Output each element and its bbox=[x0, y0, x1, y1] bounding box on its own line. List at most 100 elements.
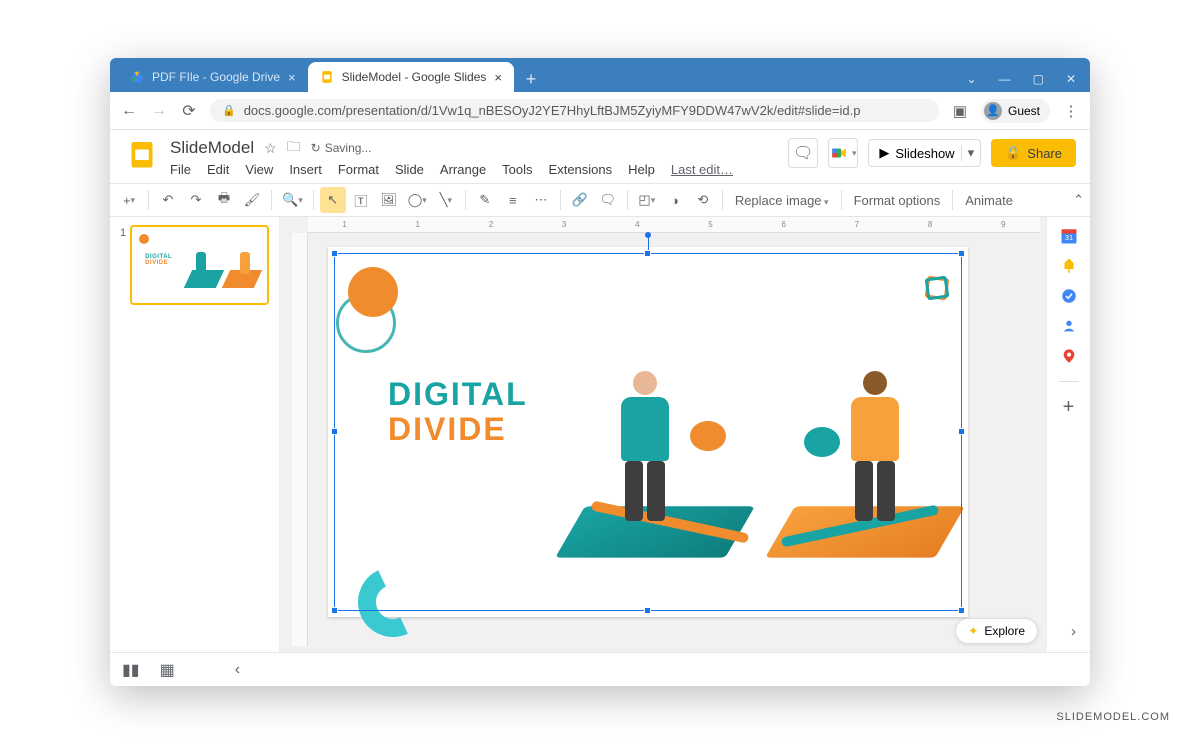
resize-handle-mr[interactable] bbox=[958, 428, 965, 435]
doc-meta: SlideModel ☆ 🗀 ↻ Saving... File Edit Vie… bbox=[170, 136, 778, 177]
menu-edit[interactable]: Edit bbox=[207, 162, 229, 177]
profile-label: Guest bbox=[1008, 104, 1040, 118]
comments-button[interactable]: 🗨 bbox=[788, 138, 818, 168]
meet-button[interactable]: ▾ bbox=[828, 138, 858, 168]
reset-image-button[interactable]: ⟲ bbox=[690, 187, 716, 213]
link-button[interactable]: 🔗 bbox=[567, 187, 593, 213]
slide-thumbnail-1[interactable]: DIGITALDIVIDE bbox=[130, 225, 269, 305]
new-tab-button[interactable]: + bbox=[518, 66, 544, 92]
menu-file[interactable]: File bbox=[170, 162, 191, 177]
reload-button[interactable]: ⟳ bbox=[180, 101, 198, 121]
tasks-icon[interactable] bbox=[1058, 285, 1080, 307]
calendar-icon[interactable]: 31 bbox=[1058, 225, 1080, 247]
canvas-area[interactable]: 1123456789 DIGITAL DIVIDE bbox=[280, 217, 1046, 652]
border-dash-button[interactable]: ⋯ bbox=[528, 187, 554, 213]
resize-handle-ml[interactable] bbox=[331, 428, 338, 435]
menu-help[interactable]: Help bbox=[628, 162, 655, 177]
tab-pdf-file[interactable]: PDF FIle - Google Drive × bbox=[118, 62, 308, 92]
border-color-button[interactable]: ✎ bbox=[472, 187, 498, 213]
redo-button[interactable]: ↷ bbox=[183, 187, 209, 213]
minimize-button[interactable]: — bbox=[999, 72, 1011, 86]
print-button[interactable]: 🖶 bbox=[211, 187, 237, 213]
titlebar: PDF FIle - Google Drive × SlideModel - G… bbox=[110, 58, 1090, 92]
menu-extensions[interactable]: Extensions bbox=[549, 162, 613, 177]
avatar-icon: 👤 bbox=[984, 102, 1002, 120]
menu-tools[interactable]: Tools bbox=[502, 162, 532, 177]
window-controls: ⌄ — ▢ ✕ bbox=[961, 72, 1082, 92]
tab-label: PDF FIle - Google Drive bbox=[152, 70, 280, 84]
mask-button[interactable]: ◑ bbox=[662, 187, 688, 213]
filmstrip-view-button[interactable]: ▮▮ bbox=[122, 660, 140, 680]
resize-handle-bm[interactable] bbox=[644, 607, 651, 614]
chevron-down-icon[interactable]: ▾ bbox=[961, 145, 975, 161]
animate-button[interactable]: Animate bbox=[959, 193, 1019, 208]
resize-handle-bl[interactable] bbox=[331, 607, 338, 614]
slides-app-icon[interactable] bbox=[124, 136, 160, 172]
kebab-menu-button[interactable]: ⋮ bbox=[1062, 102, 1080, 120]
forward-button[interactable]: → bbox=[150, 102, 168, 120]
drive-icon bbox=[130, 70, 144, 84]
profile-button[interactable]: 👤 Guest bbox=[981, 99, 1050, 123]
side-panel: 31 + bbox=[1046, 217, 1090, 652]
menu-slide[interactable]: Slide bbox=[395, 162, 424, 177]
paint-format-button[interactable]: 🖌 bbox=[239, 187, 265, 213]
slideshow-button[interactable]: ▶ Slideshow ▾ bbox=[868, 139, 981, 167]
close-icon[interactable]: × bbox=[288, 70, 296, 85]
back-button[interactable]: ← bbox=[120, 102, 138, 120]
watermark: SLIDEMODEL.COM bbox=[1056, 711, 1170, 723]
line-tool[interactable]: ╲ bbox=[433, 187, 459, 213]
tab-slidemodel[interactable]: SlideModel - Google Slides × bbox=[308, 62, 514, 92]
grid-view-button[interactable]: ▦ bbox=[160, 660, 175, 680]
zoom-button[interactable]: 🔍 bbox=[278, 187, 307, 213]
explore-button[interactable]: ✦ Explore bbox=[955, 618, 1038, 644]
lock-icon: 🔒 bbox=[222, 104, 236, 117]
star-icon[interactable]: ☆ bbox=[264, 140, 277, 157]
collapse-thumbnails-button[interactable]: ‹ bbox=[235, 661, 240, 679]
svg-text:31: 31 bbox=[1064, 233, 1072, 242]
shape-tool[interactable]: ◯ bbox=[404, 187, 431, 213]
add-addon-button[interactable]: + bbox=[1058, 396, 1080, 418]
footer: ▮▮ ▦ ‹ bbox=[110, 652, 1090, 686]
undo-button[interactable]: ↶ bbox=[155, 187, 181, 213]
address-bar[interactable]: 🔒 docs.google.com/presentation/d/1Vw1q_n… bbox=[210, 99, 939, 122]
share-button[interactable]: 🔒 Share bbox=[991, 139, 1076, 167]
image-tool[interactable]: 🖼 bbox=[376, 187, 402, 213]
close-button[interactable]: ✕ bbox=[1066, 72, 1076, 86]
border-weight-button[interactable]: ≡ bbox=[500, 187, 526, 213]
contacts-icon[interactable] bbox=[1058, 315, 1080, 337]
selection-box[interactable] bbox=[334, 253, 962, 611]
menu-insert[interactable]: Insert bbox=[289, 162, 322, 177]
doc-title[interactable]: SlideModel bbox=[170, 138, 254, 158]
format-options-button[interactable]: Format options bbox=[848, 193, 947, 208]
show-side-panel-button[interactable]: › bbox=[1071, 623, 1076, 640]
maximize-button[interactable]: ▢ bbox=[1033, 72, 1044, 86]
comment-button[interactable]: 🗨 bbox=[595, 187, 621, 213]
maps-icon[interactable] bbox=[1058, 345, 1080, 367]
resize-handle-tr[interactable] bbox=[958, 250, 965, 257]
select-tool[interactable]: ↖ bbox=[320, 187, 346, 213]
collapse-toolbar-button[interactable]: ⌃ bbox=[1073, 192, 1084, 208]
crop-button[interactable]: ◰ bbox=[634, 187, 660, 213]
last-edit-link[interactable]: Last edit… bbox=[671, 162, 733, 177]
replace-image-button[interactable]: Replace image bbox=[729, 193, 835, 208]
menu-arrange[interactable]: Arrange bbox=[440, 162, 486, 177]
resize-handle-tl[interactable] bbox=[331, 250, 338, 257]
move-icon[interactable]: 🗀 bbox=[287, 136, 301, 160]
slides-icon bbox=[320, 70, 334, 84]
close-icon[interactable]: × bbox=[494, 70, 502, 85]
chevron-down-icon[interactable]: ⌄ bbox=[967, 72, 977, 86]
menu-view[interactable]: View bbox=[245, 162, 273, 177]
url-text: docs.google.com/presentation/d/1Vw1q_nBE… bbox=[244, 103, 861, 118]
keep-icon[interactable] bbox=[1058, 255, 1080, 277]
new-slide-button[interactable]: + bbox=[116, 187, 142, 213]
textbox-tool[interactable]: 🅃 bbox=[348, 187, 374, 213]
menu-format[interactable]: Format bbox=[338, 162, 379, 177]
resize-handle-tm[interactable] bbox=[644, 250, 651, 257]
url-bar: ← → ⟳ 🔒 docs.google.com/presentation/d/1… bbox=[110, 92, 1090, 130]
play-icon: ▶ bbox=[879, 145, 889, 161]
workspace: 1 DIGITALDIVIDE bbox=[110, 217, 1090, 652]
tabs: PDF FIle - Google Drive × SlideModel - G… bbox=[118, 62, 544, 92]
reading-mode-icon[interactable]: ▣ bbox=[951, 102, 969, 120]
resize-handle-br[interactable] bbox=[958, 607, 965, 614]
slide-canvas[interactable]: DIGITAL DIVIDE bbox=[328, 247, 968, 617]
